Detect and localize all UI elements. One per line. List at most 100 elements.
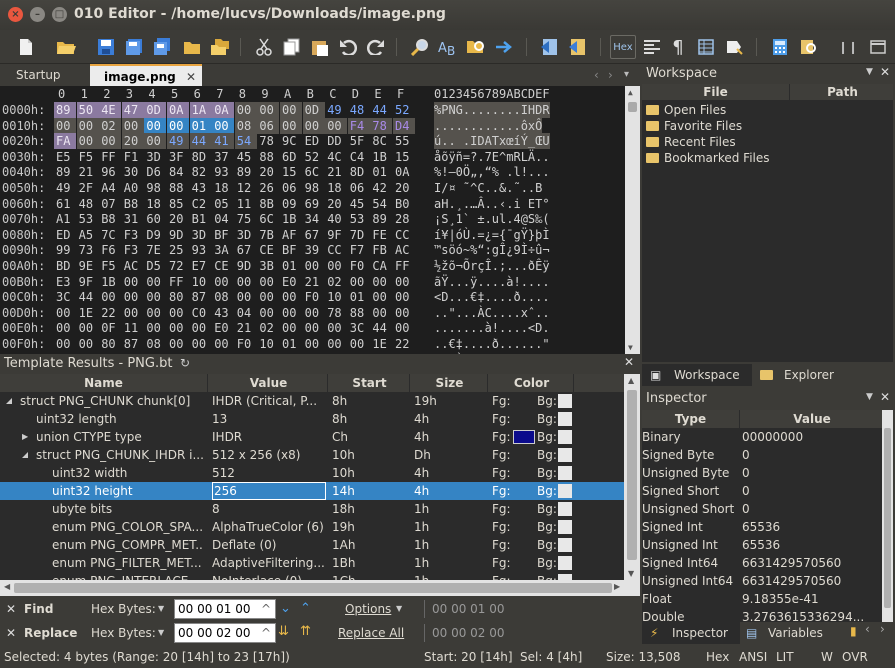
hex-byte[interactable]: BF bbox=[280, 242, 302, 258]
template-row[interactable]: uint32 width 512 10h 4h Fg: Bg: bbox=[0, 464, 624, 482]
hex-byte[interactable]: 00 bbox=[235, 289, 257, 305]
pause-icon[interactable]: ❙❙ bbox=[836, 35, 860, 59]
hex-byte[interactable]: 00 bbox=[257, 102, 280, 118]
hex-byte[interactable]: 08 bbox=[144, 336, 166, 352]
hex-byte[interactable]: 06 bbox=[280, 180, 302, 196]
fg-label[interactable]: Fg: bbox=[492, 464, 511, 482]
refresh-icon[interactable]: ↻ bbox=[180, 356, 190, 370]
hex-byte[interactable]: 00 bbox=[212, 117, 235, 134]
hex-ascii[interactable]: <D...€‡....ð.... bbox=[434, 289, 550, 305]
options-button[interactable]: Options bbox=[345, 602, 391, 616]
paragraph-icon[interactable]: ¶ bbox=[666, 35, 690, 59]
maximize-window-button[interactable]: □ bbox=[52, 7, 67, 22]
hex-byte[interactable]: 00 bbox=[303, 336, 325, 352]
workspace-close-icon[interactable]: ✕ bbox=[880, 65, 890, 79]
status-ovr[interactable]: OVR bbox=[842, 646, 868, 668]
run-template-icon[interactable] bbox=[566, 35, 590, 59]
bg-label[interactable]: Bg: bbox=[537, 536, 557, 554]
bg-color-swatch[interactable] bbox=[558, 412, 572, 426]
hex-byte[interactable]: 34 bbox=[303, 211, 325, 227]
hex-byte[interactable]: 93 bbox=[212, 164, 234, 180]
hex-byte[interactable]: 22 bbox=[99, 305, 121, 321]
hex-byte[interactable]: 00 bbox=[144, 289, 166, 305]
hex-byte[interactable]: 00 bbox=[280, 289, 302, 305]
hex-byte[interactable]: 89 bbox=[54, 102, 76, 118]
hex-byte[interactable]: D9 bbox=[144, 227, 166, 243]
workspace-favorite-files[interactable]: Favorite Files bbox=[646, 118, 742, 134]
hex-byte[interactable]: A1 bbox=[54, 211, 76, 227]
hex-byte[interactable]: 7B bbox=[257, 227, 279, 243]
hex-byte[interactable]: 01 bbox=[348, 289, 370, 305]
hex-byte[interactable]: 49 bbox=[325, 102, 347, 118]
hex-byte[interactable]: 52 bbox=[393, 102, 415, 118]
inspector-row[interactable]: Unsigned Byte 0 bbox=[642, 464, 882, 482]
hex-byte[interactable]: 00 bbox=[234, 102, 257, 118]
find-in-files-icon[interactable] bbox=[464, 35, 488, 59]
inspector-row[interactable]: Unsigned Short 0 bbox=[642, 500, 882, 518]
template-row[interactable]: ubyte bits 8 18h 1h Fg: Bg: bbox=[0, 500, 624, 518]
hex-byte[interactable]: 21 bbox=[303, 274, 325, 290]
hex-byte[interactable]: 18 bbox=[144, 196, 166, 212]
col-size[interactable]: Size bbox=[412, 374, 488, 392]
hex-byte[interactable]: 67 bbox=[303, 227, 325, 243]
hex-byte[interactable]: CE bbox=[257, 242, 279, 258]
hex-byte[interactable]: 18 bbox=[325, 180, 347, 196]
hex-byte[interactable]: 6C bbox=[257, 211, 279, 227]
hex-byte[interactable]: 44 bbox=[370, 320, 392, 336]
hex-byte[interactable]: 39 bbox=[303, 242, 325, 258]
template-hscrollbar[interactable]: ◀ ▶ bbox=[0, 580, 640, 596]
hex-byte[interactable]: C2 bbox=[190, 196, 212, 212]
fg-label[interactable]: Fg: bbox=[492, 518, 511, 536]
tab-list-icon[interactable]: ▾ bbox=[624, 64, 629, 86]
hex-byte[interactable]: 3D bbox=[190, 227, 212, 243]
expand-down-icon[interactable]: ◢ bbox=[22, 446, 28, 464]
window-icon[interactable] bbox=[866, 35, 890, 59]
hex-byte[interactable]: BD bbox=[54, 258, 76, 274]
hex-byte[interactable]: 26 bbox=[257, 180, 279, 196]
hex-byte[interactable]: 00 bbox=[167, 336, 189, 352]
paste-icon[interactable] bbox=[308, 35, 332, 59]
hex-byte[interactable]: F5 bbox=[99, 258, 121, 274]
status-w[interactable]: W bbox=[821, 646, 833, 668]
hex-byte[interactable]: 00 bbox=[77, 336, 99, 352]
hex-byte[interactable]: 20 bbox=[325, 196, 347, 212]
expand-right-icon[interactable]: ▶ bbox=[22, 428, 28, 446]
hex-byte[interactable]: 00 bbox=[167, 320, 189, 336]
hex-byte[interactable]: 40 bbox=[325, 211, 347, 227]
hex-byte[interactable]: 1B bbox=[370, 149, 392, 165]
hex-byte[interactable]: 88 bbox=[167, 180, 189, 196]
hex-byte[interactable]: 0A bbox=[167, 102, 189, 118]
hex-byte[interactable]: 04 bbox=[212, 211, 234, 227]
run-script-icon[interactable] bbox=[538, 35, 562, 59]
hex-byte[interactable]: 6C bbox=[303, 164, 325, 180]
expand-down-icon[interactable]: ◢ bbox=[6, 392, 12, 410]
hex-byte[interactable]: 01 bbox=[280, 258, 302, 274]
col-color[interactable]: Color bbox=[490, 374, 574, 392]
hex-byte[interactable]: 48 bbox=[77, 196, 99, 212]
hex-scrollbar[interactable]: ▲ ▼ bbox=[625, 86, 640, 354]
hex-byte[interactable]: 18 bbox=[212, 180, 234, 196]
hex-byte[interactable]: 06 bbox=[348, 180, 370, 196]
hex-byte[interactable]: 3C bbox=[348, 320, 370, 336]
status-hex[interactable]: Hex bbox=[706, 646, 729, 668]
workspace-menu-icon[interactable]: ▼ bbox=[866, 67, 873, 77]
hex-byte[interactable]: 3F bbox=[167, 149, 189, 165]
hex-byte[interactable]: 05 bbox=[212, 196, 234, 212]
hex-byte[interactable]: 30 bbox=[122, 164, 144, 180]
fg-label[interactable]: Fg: bbox=[492, 536, 511, 554]
bg-color-swatch[interactable] bbox=[558, 430, 572, 444]
hex-byte[interactable]: 01 bbox=[189, 117, 212, 134]
options-dropdown-icon[interactable]: ▼ bbox=[396, 604, 402, 613]
hex-byte[interactable]: 00 bbox=[370, 289, 392, 305]
hex-byte[interactable]: 0D bbox=[144, 102, 167, 118]
bg-label[interactable]: Bg: bbox=[537, 464, 557, 482]
hex-byte[interactable]: 00 bbox=[257, 305, 279, 321]
hex-byte[interactable]: F3 bbox=[122, 242, 144, 258]
hex-byte[interactable]: 41 bbox=[212, 133, 235, 150]
hex-byte[interactable]: 8D bbox=[348, 164, 370, 180]
hex-byte[interactable]: 8B bbox=[257, 196, 279, 212]
hex-byte[interactable]: 80 bbox=[99, 336, 121, 352]
bg-label[interactable]: Bg: bbox=[537, 446, 557, 464]
bookmark-icon[interactable] bbox=[722, 35, 746, 59]
hex-byte[interactable]: 00 bbox=[77, 320, 99, 336]
